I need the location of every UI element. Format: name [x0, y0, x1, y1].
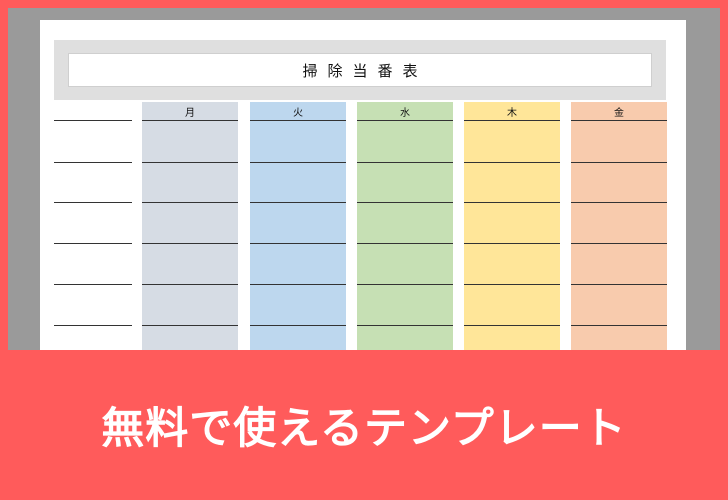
day-column-monday: 月 — [142, 102, 238, 350]
day-row-line — [357, 284, 453, 285]
title-band: 掃除当番表 — [54, 40, 666, 100]
day-row-line — [571, 120, 667, 121]
promo-banner: 無料で使えるテンプレート — [0, 350, 728, 500]
day-row-line — [464, 284, 560, 285]
day-header: 火 — [293, 107, 303, 119]
template-sheet-preview: 掃除当番表 月 火 水 木 金 — [40, 20, 686, 350]
day-row-line — [357, 120, 453, 121]
day-row-line — [250, 202, 346, 203]
day-row-line — [142, 202, 238, 203]
day-row-line — [571, 243, 667, 244]
name-row-line — [54, 284, 132, 285]
name-column — [54, 100, 132, 350]
name-row-line — [54, 120, 132, 121]
day-column-thursday: 木 — [464, 102, 560, 350]
day-row-line — [250, 325, 346, 326]
day-row-line — [250, 284, 346, 285]
day-row-line — [464, 325, 560, 326]
day-row-line — [357, 202, 453, 203]
day-header: 月 — [185, 107, 195, 119]
day-row-line — [464, 120, 560, 121]
day-row-line — [142, 162, 238, 163]
day-header: 木 — [507, 107, 517, 119]
day-row-line — [464, 162, 560, 163]
sheet-title: 掃除当番表 — [302, 61, 428, 80]
day-row-line — [571, 284, 667, 285]
title-box: 掃除当番表 — [68, 53, 652, 87]
banner-text: 無料で使えるテンプレート — [101, 404, 627, 454]
day-row-line — [571, 162, 667, 163]
day-row-line — [464, 243, 560, 244]
thumbnail-frame: 掃除当番表 月 火 水 木 金 無料で使えるテンプレート — [0, 0, 728, 500]
day-row-line — [250, 120, 346, 121]
name-row-line — [54, 202, 132, 203]
day-row-line — [142, 325, 238, 326]
name-row-line — [54, 243, 132, 244]
day-column-tuesday: 火 — [250, 102, 346, 350]
day-row-line — [142, 120, 238, 121]
day-column-wednesday: 水 — [357, 102, 453, 350]
day-row-line — [357, 243, 453, 244]
day-row-line — [250, 162, 346, 163]
day-row-line — [142, 284, 238, 285]
day-row-line — [250, 243, 346, 244]
day-header: 水 — [400, 107, 410, 119]
day-row-line — [357, 162, 453, 163]
day-row-line — [464, 202, 560, 203]
day-header: 金 — [614, 107, 624, 119]
day-row-line — [357, 325, 453, 326]
day-row-line — [571, 325, 667, 326]
name-row-line — [54, 162, 132, 163]
day-column-friday: 金 — [571, 102, 667, 350]
name-row-line — [54, 325, 132, 326]
day-row-line — [142, 243, 238, 244]
day-row-line — [571, 202, 667, 203]
